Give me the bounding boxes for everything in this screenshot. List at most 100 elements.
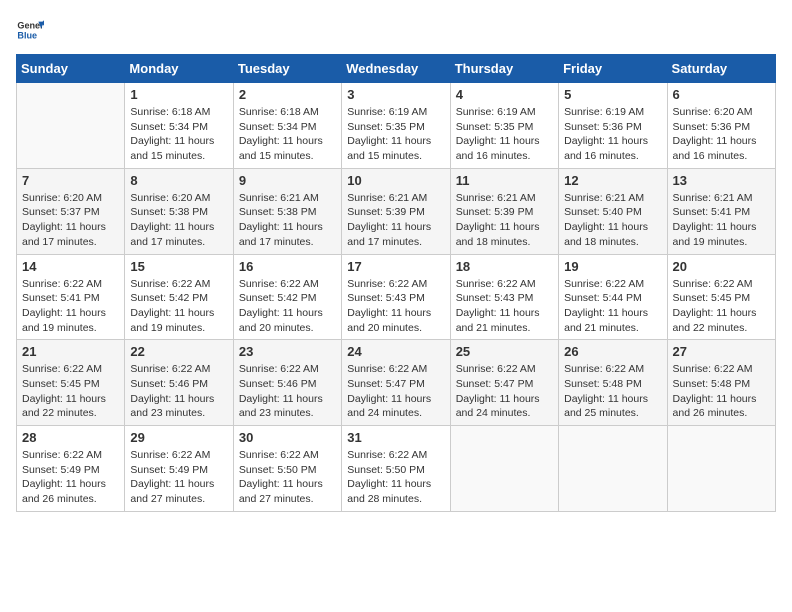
day-header-saturday: Saturday (667, 55, 775, 83)
day-info: Sunrise: 6:22 AMSunset: 5:45 PMDaylight:… (22, 362, 119, 421)
day-info: Sunrise: 6:22 AMSunset: 5:43 PMDaylight:… (347, 277, 444, 336)
day-info: Sunrise: 6:20 AMSunset: 5:36 PMDaylight:… (673, 105, 770, 164)
day-info: Sunrise: 6:22 AMSunset: 5:46 PMDaylight:… (239, 362, 336, 421)
day-header-wednesday: Wednesday (342, 55, 450, 83)
calendar-cell: 17 Sunrise: 6:22 AMSunset: 5:43 PMDayligh… (342, 254, 450, 340)
day-info: Sunrise: 6:18 AMSunset: 5:34 PMDaylight:… (130, 105, 227, 164)
day-number: 20 (673, 259, 770, 274)
day-info: Sunrise: 6:19 AMSunset: 5:35 PMDaylight:… (456, 105, 553, 164)
calendar-cell: 2 Sunrise: 6:18 AMSunset: 5:34 PMDaylight… (233, 83, 341, 169)
calendar-cell: 21 Sunrise: 6:22 AMSunset: 5:45 PMDayligh… (17, 340, 125, 426)
calendar-cell: 25 Sunrise: 6:22 AMSunset: 5:47 PMDayligh… (450, 340, 558, 426)
day-number: 17 (347, 259, 444, 274)
calendar-cell: 12Sunrise: 6:21 AMSunset: 5:40 PMDayligh… (559, 168, 667, 254)
calendar-cell: 1 Sunrise: 6:18 AMSunset: 5:34 PMDaylight… (125, 83, 233, 169)
day-number: 10 (347, 173, 444, 188)
day-info: Sunrise: 6:22 AMSunset: 5:50 PMDaylight:… (239, 448, 336, 507)
day-info: Sunrise: 6:22 AMSunset: 5:42 PMDaylight:… (239, 277, 336, 336)
day-number: 18 (456, 259, 553, 274)
day-info: Sunrise: 6:22 AMSunset: 5:42 PMDaylight:… (130, 277, 227, 336)
day-number: 27 (673, 344, 770, 359)
day-info: Sunrise: 6:22 AMSunset: 5:49 PMDaylight:… (130, 448, 227, 507)
day-info: Sunrise: 6:19 AMSunset: 5:35 PMDaylight:… (347, 105, 444, 164)
day-info: Sunrise: 6:21 AMSunset: 5:41 PMDaylight:… (673, 191, 770, 250)
day-number: 22 (130, 344, 227, 359)
day-info: Sunrise: 6:22 AMSunset: 5:49 PMDaylight:… (22, 448, 119, 507)
calendar-cell: 18 Sunrise: 6:22 AMSunset: 5:43 PMDayligh… (450, 254, 558, 340)
day-number: 4 (456, 87, 553, 102)
day-info: Sunrise: 6:22 AMSunset: 5:48 PMDaylight:… (673, 362, 770, 421)
calendar-cell: 11 Sunrise: 6:21 AMSunset: 5:39 PMDayligh… (450, 168, 558, 254)
day-header-monday: Monday (125, 55, 233, 83)
day-number: 26 (564, 344, 661, 359)
day-number: 11 (456, 173, 553, 188)
logo-icon: General Blue (16, 16, 44, 44)
day-info: Sunrise: 6:22 AMSunset: 5:44 PMDaylight:… (564, 277, 661, 336)
day-info: Sunrise: 6:22 AMSunset: 5:48 PMDaylight:… (564, 362, 661, 421)
day-number: 31 (347, 430, 444, 445)
calendar-cell: 10 Sunrise: 6:21 AMSunset: 5:39 PMDayligh… (342, 168, 450, 254)
header: General Blue (16, 16, 776, 44)
day-number: 15 (130, 259, 227, 274)
day-info: Sunrise: 6:22 AMSunset: 5:47 PMDaylight:… (456, 362, 553, 421)
calendar-cell: 24 Sunrise: 6:22 AMSunset: 5:47 PMDayligh… (342, 340, 450, 426)
day-number: 14 (22, 259, 119, 274)
calendar-table: SundayMondayTuesdayWednesdayThursdayFrid… (16, 54, 776, 512)
day-number: 24 (347, 344, 444, 359)
svg-text:Blue: Blue (17, 30, 37, 40)
calendar-cell: 20 Sunrise: 6:22 AMSunset: 5:45 PMDayligh… (667, 254, 775, 340)
day-number: 8 (130, 173, 227, 188)
day-number: 12 (564, 173, 661, 188)
calendar-cell: 30Sunrise: 6:22 AMSunset: 5:50 PMDayligh… (233, 426, 341, 512)
calendar-header: SundayMondayTuesdayWednesdayThursdayFrid… (17, 55, 776, 83)
calendar-cell: 26 Sunrise: 6:22 AMSunset: 5:48 PMDayligh… (559, 340, 667, 426)
day-header-friday: Friday (559, 55, 667, 83)
calendar-cell: 22 Sunrise: 6:22 AMSunset: 5:46 PMDayligh… (125, 340, 233, 426)
calendar-cell: 3 Sunrise: 6:19 AMSunset: 5:35 PMDaylight… (342, 83, 450, 169)
calendar-cell: 16 Sunrise: 6:22 AMSunset: 5:42 PMDayligh… (233, 254, 341, 340)
calendar-cell (17, 83, 125, 169)
day-info: Sunrise: 6:18 AMSunset: 5:34 PMDaylight:… (239, 105, 336, 164)
calendar-cell: 6Sunrise: 6:20 AMSunset: 5:36 PMDaylight… (667, 83, 775, 169)
calendar-cell (667, 426, 775, 512)
logo: General Blue (16, 16, 44, 44)
day-number: 7 (22, 173, 119, 188)
calendar-cell: 15 Sunrise: 6:22 AMSunset: 5:42 PMDayligh… (125, 254, 233, 340)
calendar-cell (559, 426, 667, 512)
day-info: Sunrise: 6:19 AMSunset: 5:36 PMDaylight:… (564, 105, 661, 164)
day-info: Sunrise: 6:20 AMSunset: 5:37 PMDaylight:… (22, 191, 119, 250)
day-number: 16 (239, 259, 336, 274)
day-number: 28 (22, 430, 119, 445)
day-info: Sunrise: 6:20 AMSunset: 5:38 PMDaylight:… (130, 191, 227, 250)
calendar-cell: 19 Sunrise: 6:22 AMSunset: 5:44 PMDayligh… (559, 254, 667, 340)
calendar-cell: 14 Sunrise: 6:22 AMSunset: 5:41 PMDayligh… (17, 254, 125, 340)
day-number: 21 (22, 344, 119, 359)
day-info: Sunrise: 6:21 AMSunset: 5:39 PMDaylight:… (347, 191, 444, 250)
calendar-cell (450, 426, 558, 512)
day-info: Sunrise: 6:22 AMSunset: 5:50 PMDaylight:… (347, 448, 444, 507)
calendar-cell: 13Sunrise: 6:21 AMSunset: 5:41 PMDayligh… (667, 168, 775, 254)
day-header-thursday: Thursday (450, 55, 558, 83)
day-info: Sunrise: 6:21 AMSunset: 5:38 PMDaylight:… (239, 191, 336, 250)
day-number: 19 (564, 259, 661, 274)
calendar-cell: 4 Sunrise: 6:19 AMSunset: 5:35 PMDaylight… (450, 83, 558, 169)
calendar-cell: 29Sunrise: 6:22 AMSunset: 5:49 PMDayligh… (125, 426, 233, 512)
calendar-cell: 5Sunrise: 6:19 AMSunset: 5:36 PMDaylight… (559, 83, 667, 169)
day-header-sunday: Sunday (17, 55, 125, 83)
calendar-cell: 27 Sunrise: 6:22 AMSunset: 5:48 PMDayligh… (667, 340, 775, 426)
day-info: Sunrise: 6:22 AMSunset: 5:43 PMDaylight:… (456, 277, 553, 336)
day-info: Sunrise: 6:22 AMSunset: 5:45 PMDaylight:… (673, 277, 770, 336)
day-number: 2 (239, 87, 336, 102)
day-info: Sunrise: 6:22 AMSunset: 5:47 PMDaylight:… (347, 362, 444, 421)
day-number: 3 (347, 87, 444, 102)
day-header-tuesday: Tuesday (233, 55, 341, 83)
day-info: Sunrise: 6:21 AMSunset: 5:39 PMDaylight:… (456, 191, 553, 250)
day-number: 9 (239, 173, 336, 188)
day-number: 25 (456, 344, 553, 359)
day-info: Sunrise: 6:22 AMSunset: 5:46 PMDaylight:… (130, 362, 227, 421)
calendar-cell: 8 Sunrise: 6:20 AMSunset: 5:38 PMDaylight… (125, 168, 233, 254)
calendar-cell: 31 Sunrise: 6:22 AMSunset: 5:50 PMDayligh… (342, 426, 450, 512)
calendar-cell: 28 Sunrise: 6:22 AMSunset: 5:49 PMDayligh… (17, 426, 125, 512)
day-info: Sunrise: 6:22 AMSunset: 5:41 PMDaylight:… (22, 277, 119, 336)
day-number: 1 (130, 87, 227, 102)
